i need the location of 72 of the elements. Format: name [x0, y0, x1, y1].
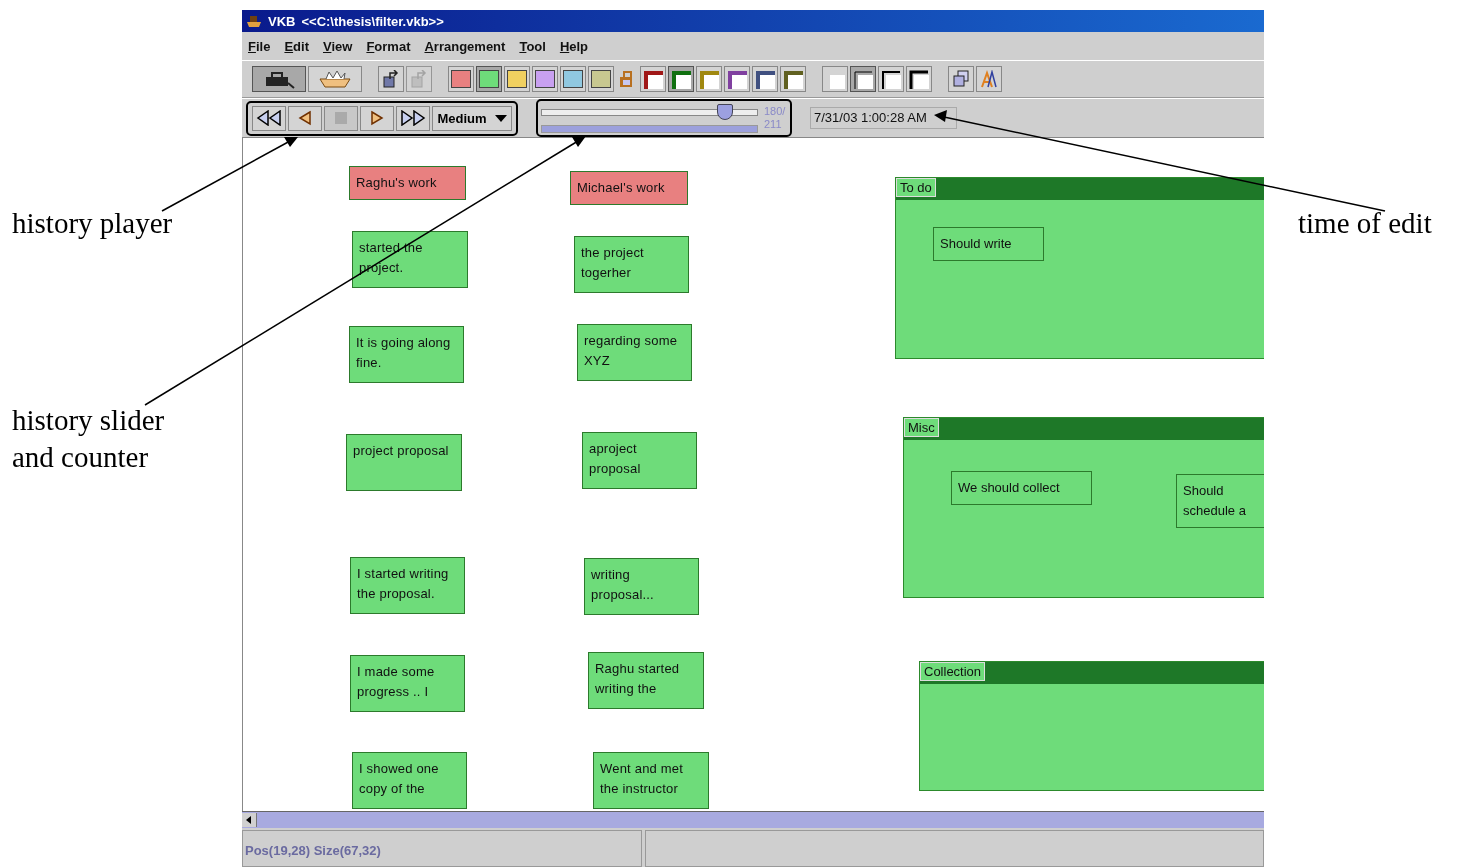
time-field: 7/31/03 1:00:28 AM [810, 107, 957, 129]
rewind-icon [256, 110, 282, 126]
font-button[interactable] [976, 66, 1002, 92]
app-icon [246, 14, 262, 28]
fast-forward-icon [400, 110, 426, 126]
font-icon [980, 70, 998, 88]
box-arrow-icon [410, 70, 428, 88]
menu-item[interactable]: Arrangement [424, 38, 506, 54]
note[interactable]: Went and met the instructor [593, 752, 709, 809]
border-width-icon [909, 69, 929, 89]
note[interactable]: I made some progress .. I [350, 655, 465, 712]
border-width-icon [853, 69, 873, 89]
menu-item[interactable]: Tool [519, 38, 546, 54]
border-color-button[interactable] [780, 66, 806, 92]
window-title: <<C:\thesis\filter.vkb>> [301, 13, 444, 29]
container-title[interactable]: To do [896, 178, 936, 197]
border-width-button[interactable] [906, 66, 932, 92]
annotation-label: time of edit [1298, 206, 1433, 241]
back-button[interactable] [288, 105, 322, 131]
border-color-button[interactable] [668, 66, 694, 92]
file-button[interactable] [378, 66, 404, 92]
slider-thumb[interactable] [717, 103, 734, 120]
note[interactable]: It is going along fine. [349, 326, 464, 383]
note[interactable]: writing proposal... [584, 558, 699, 615]
layers-button[interactable] [948, 66, 974, 92]
tool-button[interactable] [308, 66, 362, 92]
box-arrow-icon [382, 70, 400, 88]
menu-item[interactable]: Edit [284, 38, 309, 54]
border-width-button[interactable] [878, 66, 904, 92]
border-color-button[interactable] [640, 66, 666, 92]
forward-button[interactable] [396, 105, 430, 131]
bowl-icon [317, 69, 353, 89]
play-icon [370, 110, 384, 126]
annotation-label: history player [12, 206, 174, 241]
note[interactable]: Raghu started writing the [588, 652, 704, 709]
note[interactable]: Should schedule a [1176, 474, 1264, 528]
speed-dropdown[interactable]: Medium [432, 105, 512, 131]
counter-total: 211 [764, 118, 783, 131]
horizontal-scrollbar[interactable] [242, 811, 1264, 828]
menu-item[interactable]: Help [559, 38, 589, 54]
app-name: VKB [268, 13, 296, 29]
note[interactable]: the project togerher [574, 236, 689, 293]
note[interactable]: We should collect [951, 471, 1092, 505]
status-text: Pos(19,28) Size(67,32) [242, 830, 642, 867]
border-color-button[interactable] [752, 66, 778, 92]
border-color-button[interactable] [696, 66, 722, 92]
note[interactable]: I started writing the proposal. [350, 557, 465, 614]
border-color-button[interactable] [724, 66, 750, 92]
note[interactable]: Should write [933, 227, 1044, 261]
menu-item[interactable]: Format [366, 38, 411, 54]
menu-item[interactable]: View [323, 38, 353, 54]
note[interactable]: regarding some XYZ [577, 324, 692, 381]
menu-item[interactable]: File [248, 38, 271, 54]
note[interactable]: project proposal [346, 434, 462, 491]
stop-icon [334, 111, 348, 125]
left-triangle-icon [298, 110, 312, 126]
history-slider[interactable] [541, 103, 758, 120]
note[interactable]: aproject proposal [582, 432, 697, 489]
note[interactable]: I showed one copy of the [352, 752, 467, 809]
play-button[interactable] [360, 105, 394, 131]
border-width-button[interactable] [850, 66, 876, 92]
counter-text: 180/ [764, 105, 787, 118]
border-width-icon [881, 69, 901, 89]
container-title[interactable]: Collection [920, 662, 986, 681]
container-title[interactable]: Misc [904, 418, 939, 437]
tool-button[interactable] [252, 66, 306, 92]
rewind-button[interactable] [252, 105, 286, 131]
note[interactable]: Raghu's work [349, 166, 466, 200]
layers-icon [952, 70, 970, 88]
note[interactable]: Michael's work [570, 171, 688, 205]
annotation-label: history slider and counter [12, 403, 166, 475]
caret-icon [494, 114, 507, 122]
